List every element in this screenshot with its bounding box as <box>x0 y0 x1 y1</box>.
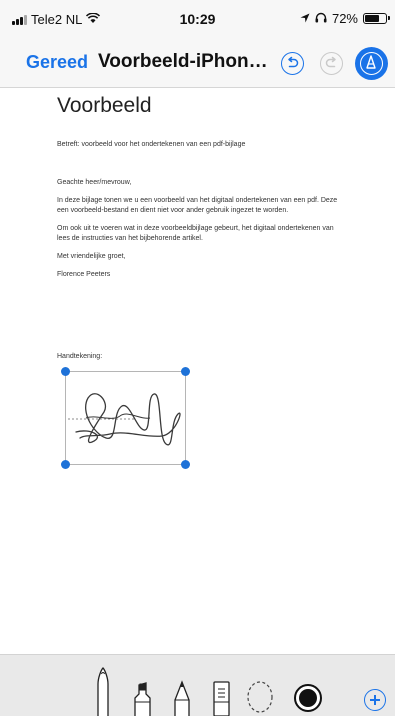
color-picker-icon[interactable] <box>294 684 322 712</box>
navigation-bar: Gereed Voorbeeld-iPhone... <box>0 40 395 88</box>
document-heading: Voorbeeld <box>57 94 152 117</box>
document-sender: Florence Peeters <box>57 271 111 278</box>
document-salutation: Geachte heer/mevrouw, <box>57 179 132 186</box>
document-page: Voorbeeld Betreft: voorbeeld voor het on… <box>0 88 395 654</box>
add-icon[interactable] <box>364 689 386 711</box>
document-subject: Betreft: voorbeeld voor het ondertekenen… <box>57 141 246 148</box>
document-paragraph1-line2: een voorbeeld-bestand en dient niet voor… <box>57 207 289 214</box>
resize-handle-bottom-left[interactable] <box>61 460 70 469</box>
document-title: Voorbeeld-iPhone... <box>98 51 270 72</box>
redo-icon[interactable] <box>320 52 343 75</box>
resize-handle-top-left[interactable] <box>61 367 70 376</box>
resize-handle-top-right[interactable] <box>181 367 190 376</box>
document-paragraph2-line2: lees de instructies van het bijbehorende… <box>57 235 203 242</box>
marker-tool-icon[interactable] <box>130 680 156 716</box>
handwritten-signature <box>66 393 181 446</box>
eraser-tool-icon[interactable] <box>211 680 233 716</box>
signature-label: Handtekening: <box>57 353 103 360</box>
pencil-tool-icon[interactable] <box>171 680 193 716</box>
location-icon <box>300 11 310 26</box>
document-closing: Met vriendelijke groet, <box>57 253 126 260</box>
headphones-icon <box>315 11 327 26</box>
status-bar: Tele2 NL 10:29 72% <box>0 0 395 40</box>
pen-tool-icon[interactable] <box>93 666 113 716</box>
status-right: 72% <box>300 11 390 26</box>
document-paragraph2-line1: Om ook uit te voeren wat in deze voorbee… <box>57 225 334 232</box>
battery-icon <box>363 13 390 24</box>
markup-pen-icon[interactable] <box>355 47 388 80</box>
markup-toolbar <box>0 654 395 716</box>
battery-percent: 72% <box>331 11 358 26</box>
lasso-tool-icon[interactable] <box>245 680 275 714</box>
selected-color-swatch <box>299 689 317 707</box>
signature-selection-box[interactable] <box>61 367 190 469</box>
done-button[interactable]: Gereed <box>26 52 88 73</box>
document-paragraph1-line1: In deze bijlage tonen we u een voorbeeld… <box>57 197 338 204</box>
resize-handle-bottom-right[interactable] <box>181 460 190 469</box>
undo-icon[interactable] <box>281 52 304 75</box>
